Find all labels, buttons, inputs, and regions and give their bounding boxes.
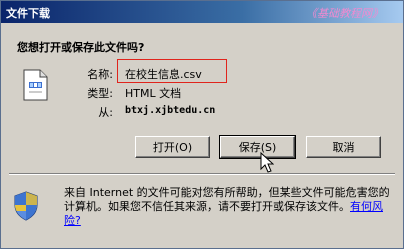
file-name-highlight bbox=[117, 59, 227, 83]
document-icon bbox=[23, 69, 48, 101]
file-download-dialog: 文件下载 《基础教程网》 您想打开或保存此文件吗? 名称: 在校生信息.csv … bbox=[0, 0, 404, 249]
dialog-title: 文件下载 bbox=[6, 7, 50, 20]
cancel-button[interactable]: 取消 bbox=[306, 136, 381, 158]
file-source-value: btxj.xjbtedu.cn bbox=[125, 105, 216, 116]
save-button[interactable]: 保存(S) bbox=[219, 135, 296, 159]
file-type-label: 类型: bbox=[87, 87, 113, 100]
separator bbox=[9, 173, 395, 175]
security-warning: 来自 Internet 的文件可能对您有所帮助，但某些文件可能危害您的计算机。如… bbox=[64, 186, 394, 228]
warning-text: 来自 Internet 的文件可能对您有所帮助，但某些文件可能危害您的计算机。如… bbox=[64, 186, 390, 213]
shield-icon bbox=[14, 191, 38, 221]
prompt-question: 您想打开或保存此文件吗? bbox=[17, 41, 145, 54]
mouse-pointer-icon bbox=[260, 152, 274, 173]
watermark: 《基础教程网》 bbox=[306, 7, 383, 20]
file-name-label: 名称: bbox=[87, 68, 113, 81]
title-bar[interactable]: 文件下载 《基础教程网》 bbox=[1, 1, 403, 23]
file-source-label: 从: bbox=[98, 106, 113, 119]
file-type-value: HTML 文档 bbox=[125, 87, 182, 100]
open-button[interactable]: 打开(O) bbox=[135, 136, 210, 158]
